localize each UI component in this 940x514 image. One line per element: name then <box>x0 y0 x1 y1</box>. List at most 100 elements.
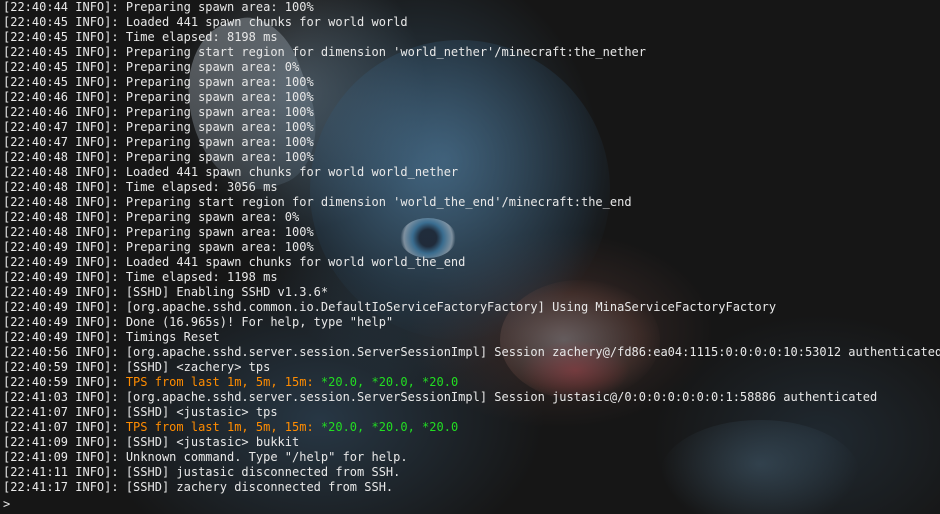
log-line: [22:40:49 INFO]: Done (16.965s)! For hel… <box>3 315 940 330</box>
log-timestamp: [22:41:11 INFO]: <box>3 465 126 479</box>
command-input[interactable] <box>10 495 18 508</box>
log-timestamp: [22:40:49 INFO]: <box>3 270 126 284</box>
prompt-symbol: > <box>3 497 11 511</box>
log-line: [22:40:59 INFO]: TPS from last 1m, 5m, 1… <box>3 375 940 390</box>
tps-values: *20.0, *20.0, *20.0 <box>320 375 459 389</box>
log-timestamp: [22:40:48 INFO]: <box>3 165 126 179</box>
log-line: [22:41:07 INFO]: [SSHD] <justasic> tps <box>3 405 940 420</box>
tps-label: TPS from last 1m, 5m, 15m: <box>125 375 321 389</box>
log-line: [22:41:09 INFO]: [SSHD] <justasic> bukki… <box>3 435 940 450</box>
log-line: [22:40:56 INFO]: [org.apache.sshd.server… <box>3 345 940 360</box>
log-message: Time elapsed: 1198 ms <box>125 270 278 284</box>
log-line: [22:40:45 INFO]: Preparing start region … <box>3 45 940 60</box>
log-line: [22:41:07 INFO]: TPS from last 1m, 5m, 1… <box>3 420 940 435</box>
log-line: [22:41:17 INFO]: [SSHD] zachery disconne… <box>3 480 940 495</box>
log-timestamp: [22:40:49 INFO]: <box>3 240 126 254</box>
log-message: Preparing spawn area: 100% <box>125 150 314 164</box>
log-message: Loaded 441 spawn chunks for world world <box>125 15 408 29</box>
log-line: [22:40:48 INFO]: Preparing spawn area: 1… <box>3 225 940 240</box>
log-timestamp: [22:40:44 INFO]: <box>3 0 126 14</box>
log-message: [org.apache.sshd.server.session.ServerSe… <box>125 345 940 359</box>
log-timestamp: [22:40:49 INFO]: <box>3 300 126 314</box>
log-line: [22:40:45 INFO]: Time elapsed: 8198 ms <box>3 30 940 45</box>
log-message: [SSHD] Enabling SSHD v1.3.6* <box>125 285 329 299</box>
terminal-window[interactable]: [22:40:44 INFO]: Preparing spawn area: 1… <box>0 0 940 514</box>
tps-values: *20.0, *20.0, *20.0 <box>320 420 459 434</box>
log-timestamp: [22:40:47 INFO]: <box>3 120 126 134</box>
log-timestamp: [22:40:45 INFO]: <box>3 15 126 29</box>
log-message: Preparing spawn area: 0% <box>125 60 300 74</box>
log-timestamp: [22:40:45 INFO]: <box>3 60 126 74</box>
log-message: Done (16.965s)! For help, type "help" <box>125 315 394 329</box>
log-line: [22:40:49 INFO]: [org.apache.sshd.common… <box>3 300 940 315</box>
log-message: Preparing start region for dimension 'wo… <box>125 195 632 209</box>
log-timestamp: [22:40:46 INFO]: <box>3 90 126 104</box>
log-line: [22:40:49 INFO]: Loaded 441 spawn chunks… <box>3 255 940 270</box>
log-line: [22:41:09 INFO]: Unknown command. Type "… <box>3 450 940 465</box>
log-line: [22:40:48 INFO]: Preparing start region … <box>3 195 940 210</box>
log-line: [22:40:48 INFO]: Time elapsed: 3056 ms <box>3 180 940 195</box>
log-message: [SSHD] <zachery> tps <box>125 360 271 374</box>
log-message: Preparing spawn area: 100% <box>125 225 314 239</box>
log-line: [22:40:45 INFO]: Preparing spawn area: 0… <box>3 60 940 75</box>
log-message: Preparing spawn area: 100% <box>125 75 314 89</box>
log-timestamp: [22:40:45 INFO]: <box>3 75 126 89</box>
log-line: [22:40:45 INFO]: Loaded 441 spawn chunks… <box>3 15 940 30</box>
log-timestamp: [22:40:59 INFO]: <box>3 375 126 389</box>
log-timestamp: [22:40:48 INFO]: <box>3 225 126 239</box>
log-timestamp: [22:41:09 INFO]: <box>3 450 126 464</box>
log-message: Unknown command. Type "/help" for help. <box>125 450 408 464</box>
log-message: [org.apache.sshd.server.session.ServerSe… <box>125 390 878 404</box>
log-line: [22:40:47 INFO]: Preparing spawn area: 1… <box>3 135 940 150</box>
log-line: [22:40:59 INFO]: [SSHD] <zachery> tps <box>3 360 940 375</box>
log-line: [22:40:48 INFO]: Preparing spawn area: 0… <box>3 210 940 225</box>
log-line: [22:40:48 INFO]: Loaded 441 spawn chunks… <box>3 165 940 180</box>
log-message: Time elapsed: 3056 ms <box>125 180 278 194</box>
log-line: [22:40:49 INFO]: Timings Reset <box>3 330 940 345</box>
log-timestamp: [22:40:49 INFO]: <box>3 330 126 344</box>
log-message: [SSHD] justasic disconnected from SSH. <box>125 465 401 479</box>
log-message: Loaded 441 spawn chunks for world world_… <box>125 165 459 179</box>
log-message: Preparing spawn area: 100% <box>125 135 314 149</box>
log-message: [SSHD] zachery disconnected from SSH. <box>125 480 394 494</box>
log-timestamp: [22:40:56 INFO]: <box>3 345 126 359</box>
log-timestamp: [22:40:49 INFO]: <box>3 255 126 269</box>
log-message: Preparing spawn area: 100% <box>125 90 314 104</box>
log-line: [22:40:47 INFO]: Preparing spawn area: 1… <box>3 120 940 135</box>
log-message: [SSHD] <justasic> bukkit <box>125 435 300 449</box>
log-timestamp: [22:40:48 INFO]: <box>3 210 126 224</box>
log-line: [22:40:44 INFO]: Preparing spawn area: 1… <box>3 0 940 15</box>
log-timestamp: [22:40:48 INFO]: <box>3 150 126 164</box>
log-message: Preparing spawn area: 100% <box>125 240 314 254</box>
log-message: Time elapsed: 8198 ms <box>125 30 278 44</box>
log-timestamp: [22:40:48 INFO]: <box>3 195 126 209</box>
log-timestamp: [22:41:17 INFO]: <box>3 480 126 494</box>
console-log: [22:40:44 INFO]: Preparing spawn area: 1… <box>3 0 940 495</box>
log-line: [22:40:48 INFO]: Preparing spawn area: 1… <box>3 150 940 165</box>
log-message: Preparing spawn area: 100% <box>125 0 314 14</box>
log-timestamp: [22:41:07 INFO]: <box>3 405 126 419</box>
log-timestamp: [22:41:03 INFO]: <box>3 390 126 404</box>
tps-label: TPS from last 1m, 5m, 15m: <box>125 420 321 434</box>
log-line: [22:40:46 INFO]: Preparing spawn area: 1… <box>3 90 940 105</box>
log-timestamp: [22:40:46 INFO]: <box>3 105 126 119</box>
log-message: Preparing spawn area: 100% <box>125 120 314 134</box>
log-timestamp: [22:40:45 INFO]: <box>3 30 126 44</box>
log-timestamp: [22:40:45 INFO]: <box>3 45 126 59</box>
log-line: [22:41:03 INFO]: [org.apache.sshd.server… <box>3 390 940 405</box>
log-message: Preparing spawn area: 0% <box>125 210 300 224</box>
log-message: Timings Reset <box>125 330 220 344</box>
log-message: Preparing start region for dimension 'wo… <box>125 45 646 59</box>
log-line: [22:41:11 INFO]: [SSHD] justasic disconn… <box>3 465 940 480</box>
log-timestamp: [22:40:59 INFO]: <box>3 360 126 374</box>
log-timestamp: [22:40:47 INFO]: <box>3 135 126 149</box>
log-line: [22:40:49 INFO]: [SSHD] Enabling SSHD v1… <box>3 285 940 300</box>
log-message: [org.apache.sshd.common.io.DefaultIoServ… <box>125 300 777 314</box>
log-message: Loaded 441 spawn chunks for world world_… <box>125 255 466 269</box>
log-timestamp: [22:40:49 INFO]: <box>3 315 126 329</box>
log-timestamp: [22:40:49 INFO]: <box>3 285 126 299</box>
log-line: [22:40:46 INFO]: Preparing spawn area: 1… <box>3 105 940 120</box>
log-line: [22:40:45 INFO]: Preparing spawn area: 1… <box>3 75 940 90</box>
log-timestamp: [22:41:09 INFO]: <box>3 435 126 449</box>
command-prompt[interactable]: > <box>3 495 18 512</box>
